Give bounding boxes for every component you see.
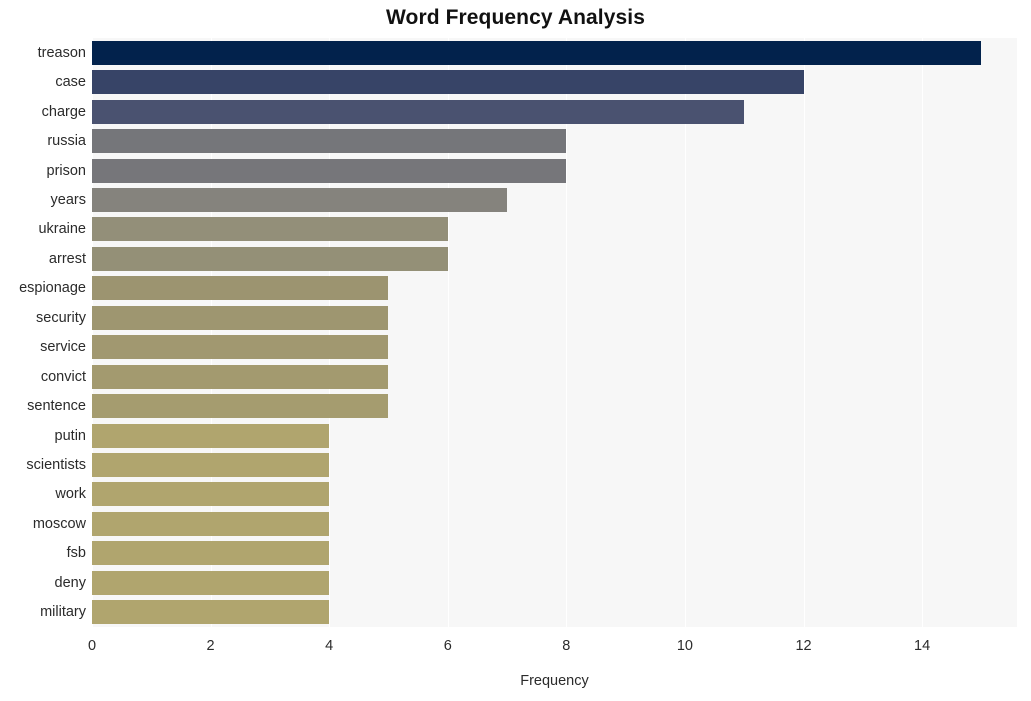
y-tick-label: work — [55, 486, 86, 503]
y-tick-label: convict — [40, 368, 86, 385]
y-tick-label: charge — [41, 103, 86, 120]
bar — [92, 570, 330, 595]
bar — [92, 482, 330, 507]
bar — [92, 364, 389, 389]
y-tick-label: years — [50, 191, 86, 208]
y-tick-label: service — [40, 338, 86, 355]
y-tick-label: case — [55, 73, 86, 90]
y-tick-label: arrest — [48, 250, 86, 267]
y-tick-label: scientists — [26, 456, 86, 473]
bar — [92, 129, 567, 154]
y-tick-label: fsb — [66, 545, 86, 562]
y-tick-label: russia — [47, 132, 86, 149]
y-tick-label: military — [40, 604, 86, 621]
y-tick-label: prison — [46, 162, 87, 179]
bar — [92, 158, 567, 183]
x-axis-title: Frequency — [520, 673, 589, 689]
bar — [92, 70, 804, 95]
y-axis-tick-labels: treason case charge russia prison years ukrain… — [0, 38, 86, 627]
y-tick-label: security — [36, 309, 86, 326]
plot-area — [92, 38, 1017, 627]
bar — [92, 305, 389, 330]
x-tick-label: 14 — [914, 638, 931, 654]
y-tick-label: treason — [37, 44, 86, 61]
x-tick-label: 4 — [325, 638, 334, 654]
bar — [92, 423, 330, 448]
y-tick-label: moscow — [32, 515, 86, 532]
y-tick-label: sentence — [27, 397, 86, 414]
x-tick-label: 0 — [87, 638, 97, 654]
bar — [92, 600, 330, 625]
bar — [92, 276, 389, 301]
bar — [92, 453, 330, 478]
bar-series — [92, 38, 1017, 627]
bar — [92, 541, 330, 566]
x-tick-label: 8 — [562, 638, 571, 654]
bar — [92, 187, 508, 212]
x-tick-label: 6 — [443, 638, 452, 654]
x-axis-tick-labels: 0 2 4 6 8 10 12 14 — [88, 627, 1017, 657]
bar — [92, 217, 448, 242]
x-tick-label: 10 — [676, 638, 694, 654]
chart-title: Word Frequency Analysis — [385, 6, 646, 29]
y-tick-label: deny — [54, 574, 86, 591]
y-tick-label: ukraine — [38, 221, 86, 238]
bar — [92, 246, 448, 271]
bar — [92, 99, 745, 124]
x-tick-label: 12 — [795, 638, 812, 654]
bar — [92, 394, 389, 419]
bar — [92, 511, 330, 536]
y-tick-label: espionage — [19, 280, 86, 297]
bar — [92, 335, 389, 360]
bar — [92, 40, 982, 65]
y-tick-label: putin — [54, 427, 86, 444]
x-tick-label: 2 — [206, 638, 215, 654]
chart-figure: Word Frequency Analysis treason case charg… — [0, 0, 1031, 701]
